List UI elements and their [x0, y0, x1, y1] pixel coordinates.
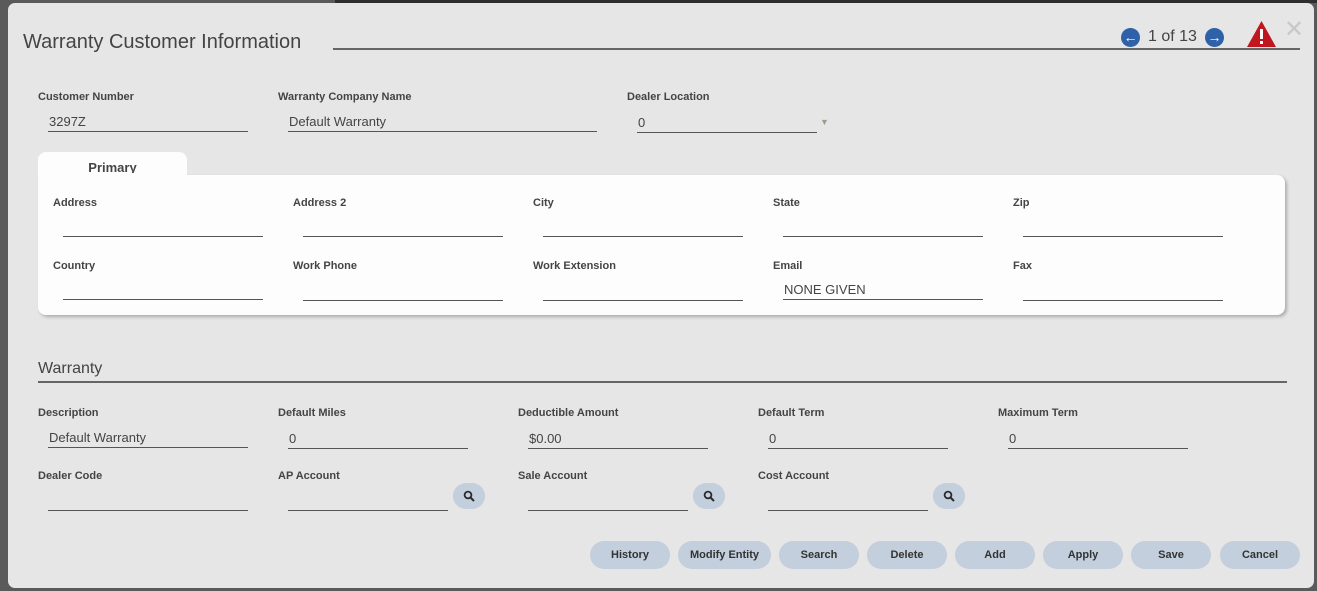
save-button[interactable]: Save [1131, 541, 1211, 569]
dealer-location-label: Dealer Location [627, 91, 710, 103]
state-label: State [773, 197, 800, 209]
work-extension-field[interactable] [543, 282, 743, 301]
ap-account-field[interactable] [288, 492, 448, 511]
chevron-down-icon[interactable]: ▼ [820, 117, 829, 127]
dialog-title: Warranty Customer Information [23, 31, 302, 53]
dealer-code-field[interactable] [48, 492, 248, 511]
modify-entity-button[interactable]: Modify Entity [678, 541, 771, 569]
record-position: 1 of 13 [1148, 28, 1197, 45]
warranty-section-title: Warranty [38, 360, 103, 377]
customer-number-label: Customer Number [38, 91, 134, 103]
country-field[interactable] [63, 281, 263, 300]
sale-account-lookup-button[interactable] [693, 483, 725, 509]
default-miles-field[interactable]: 0 [288, 430, 468, 449]
arrow-left-circle-icon[interactable]: ← [1121, 27, 1140, 47]
address-label: Address [53, 197, 98, 209]
customer-number-field[interactable]: 3297Z [48, 113, 248, 132]
cost-account-label: Cost Account [758, 470, 830, 482]
search-icon [703, 490, 715, 502]
dealer-location-select[interactable]: 0 [637, 114, 817, 133]
description-field[interactable]: Default Warranty [48, 429, 248, 448]
warranty-company-name-field[interactable]: Default Warranty [288, 113, 597, 132]
warranty-customer-dialog: Warranty Customer Information ← 1 of 13 … [8, 3, 1314, 588]
default-miles-label: Default Miles [278, 407, 346, 419]
cost-account-field[interactable] [768, 492, 928, 511]
warranty-section-divider [38, 381, 1287, 383]
warning-triangle-icon[interactable] [1246, 20, 1277, 48]
ap-account-lookup-button[interactable] [453, 483, 485, 509]
dealer-code-label: Dealer Code [38, 470, 103, 482]
zip-field[interactable] [1023, 218, 1223, 237]
sale-account-field[interactable] [528, 492, 688, 511]
history-button[interactable]: History [590, 541, 670, 569]
ap-account-label: AP Account [278, 470, 340, 482]
work-phone-label: Work Phone [293, 260, 357, 272]
default-term-label: Default Term [758, 407, 825, 419]
description-label: Description [38, 407, 99, 419]
cost-account-lookup-button[interactable] [933, 483, 965, 509]
maximum-term-field[interactable]: 0 [1008, 430, 1188, 449]
email-field[interactable]: NONE GIVEN [783, 281, 983, 300]
record-navigator: ← 1 of 13 → [1121, 26, 1224, 48]
sale-account-label: Sale Account [518, 470, 588, 482]
deductible-amount-label: Deductible Amount [518, 407, 619, 419]
search-icon [463, 490, 475, 502]
work-phone-field[interactable] [303, 282, 503, 301]
search-icon [943, 490, 955, 502]
fax-field[interactable] [1023, 282, 1223, 301]
default-term-field[interactable]: 0 [768, 430, 948, 449]
country-label: Country [53, 260, 96, 272]
email-label: Email [773, 260, 803, 272]
address2-label: Address 2 [293, 197, 347, 209]
zip-label: Zip [1013, 197, 1030, 209]
deductible-amount-field[interactable]: $0.00 [528, 430, 708, 449]
state-field[interactable] [783, 218, 983, 237]
close-icon[interactable]: ✕ [1284, 18, 1304, 42]
title-divider [333, 48, 1300, 50]
address2-field[interactable] [303, 218, 503, 237]
work-extension-label: Work Extension [533, 260, 616, 272]
city-label: City [533, 197, 554, 209]
tab-joint [38, 173, 187, 181]
maximum-term-label: Maximum Term [998, 407, 1078, 419]
search-button[interactable]: Search [779, 541, 859, 569]
apply-button[interactable]: Apply [1043, 541, 1123, 569]
city-field[interactable] [543, 218, 743, 237]
cancel-button[interactable]: Cancel [1220, 541, 1300, 569]
arrow-right-circle-icon[interactable]: → [1204, 27, 1224, 47]
warranty-company-name-label: Warranty Company Name [278, 91, 412, 103]
delete-button[interactable]: Delete [867, 541, 947, 569]
address-field[interactable] [63, 218, 263, 237]
add-button[interactable]: Add [955, 541, 1035, 569]
fax-label: Fax [1013, 260, 1032, 272]
